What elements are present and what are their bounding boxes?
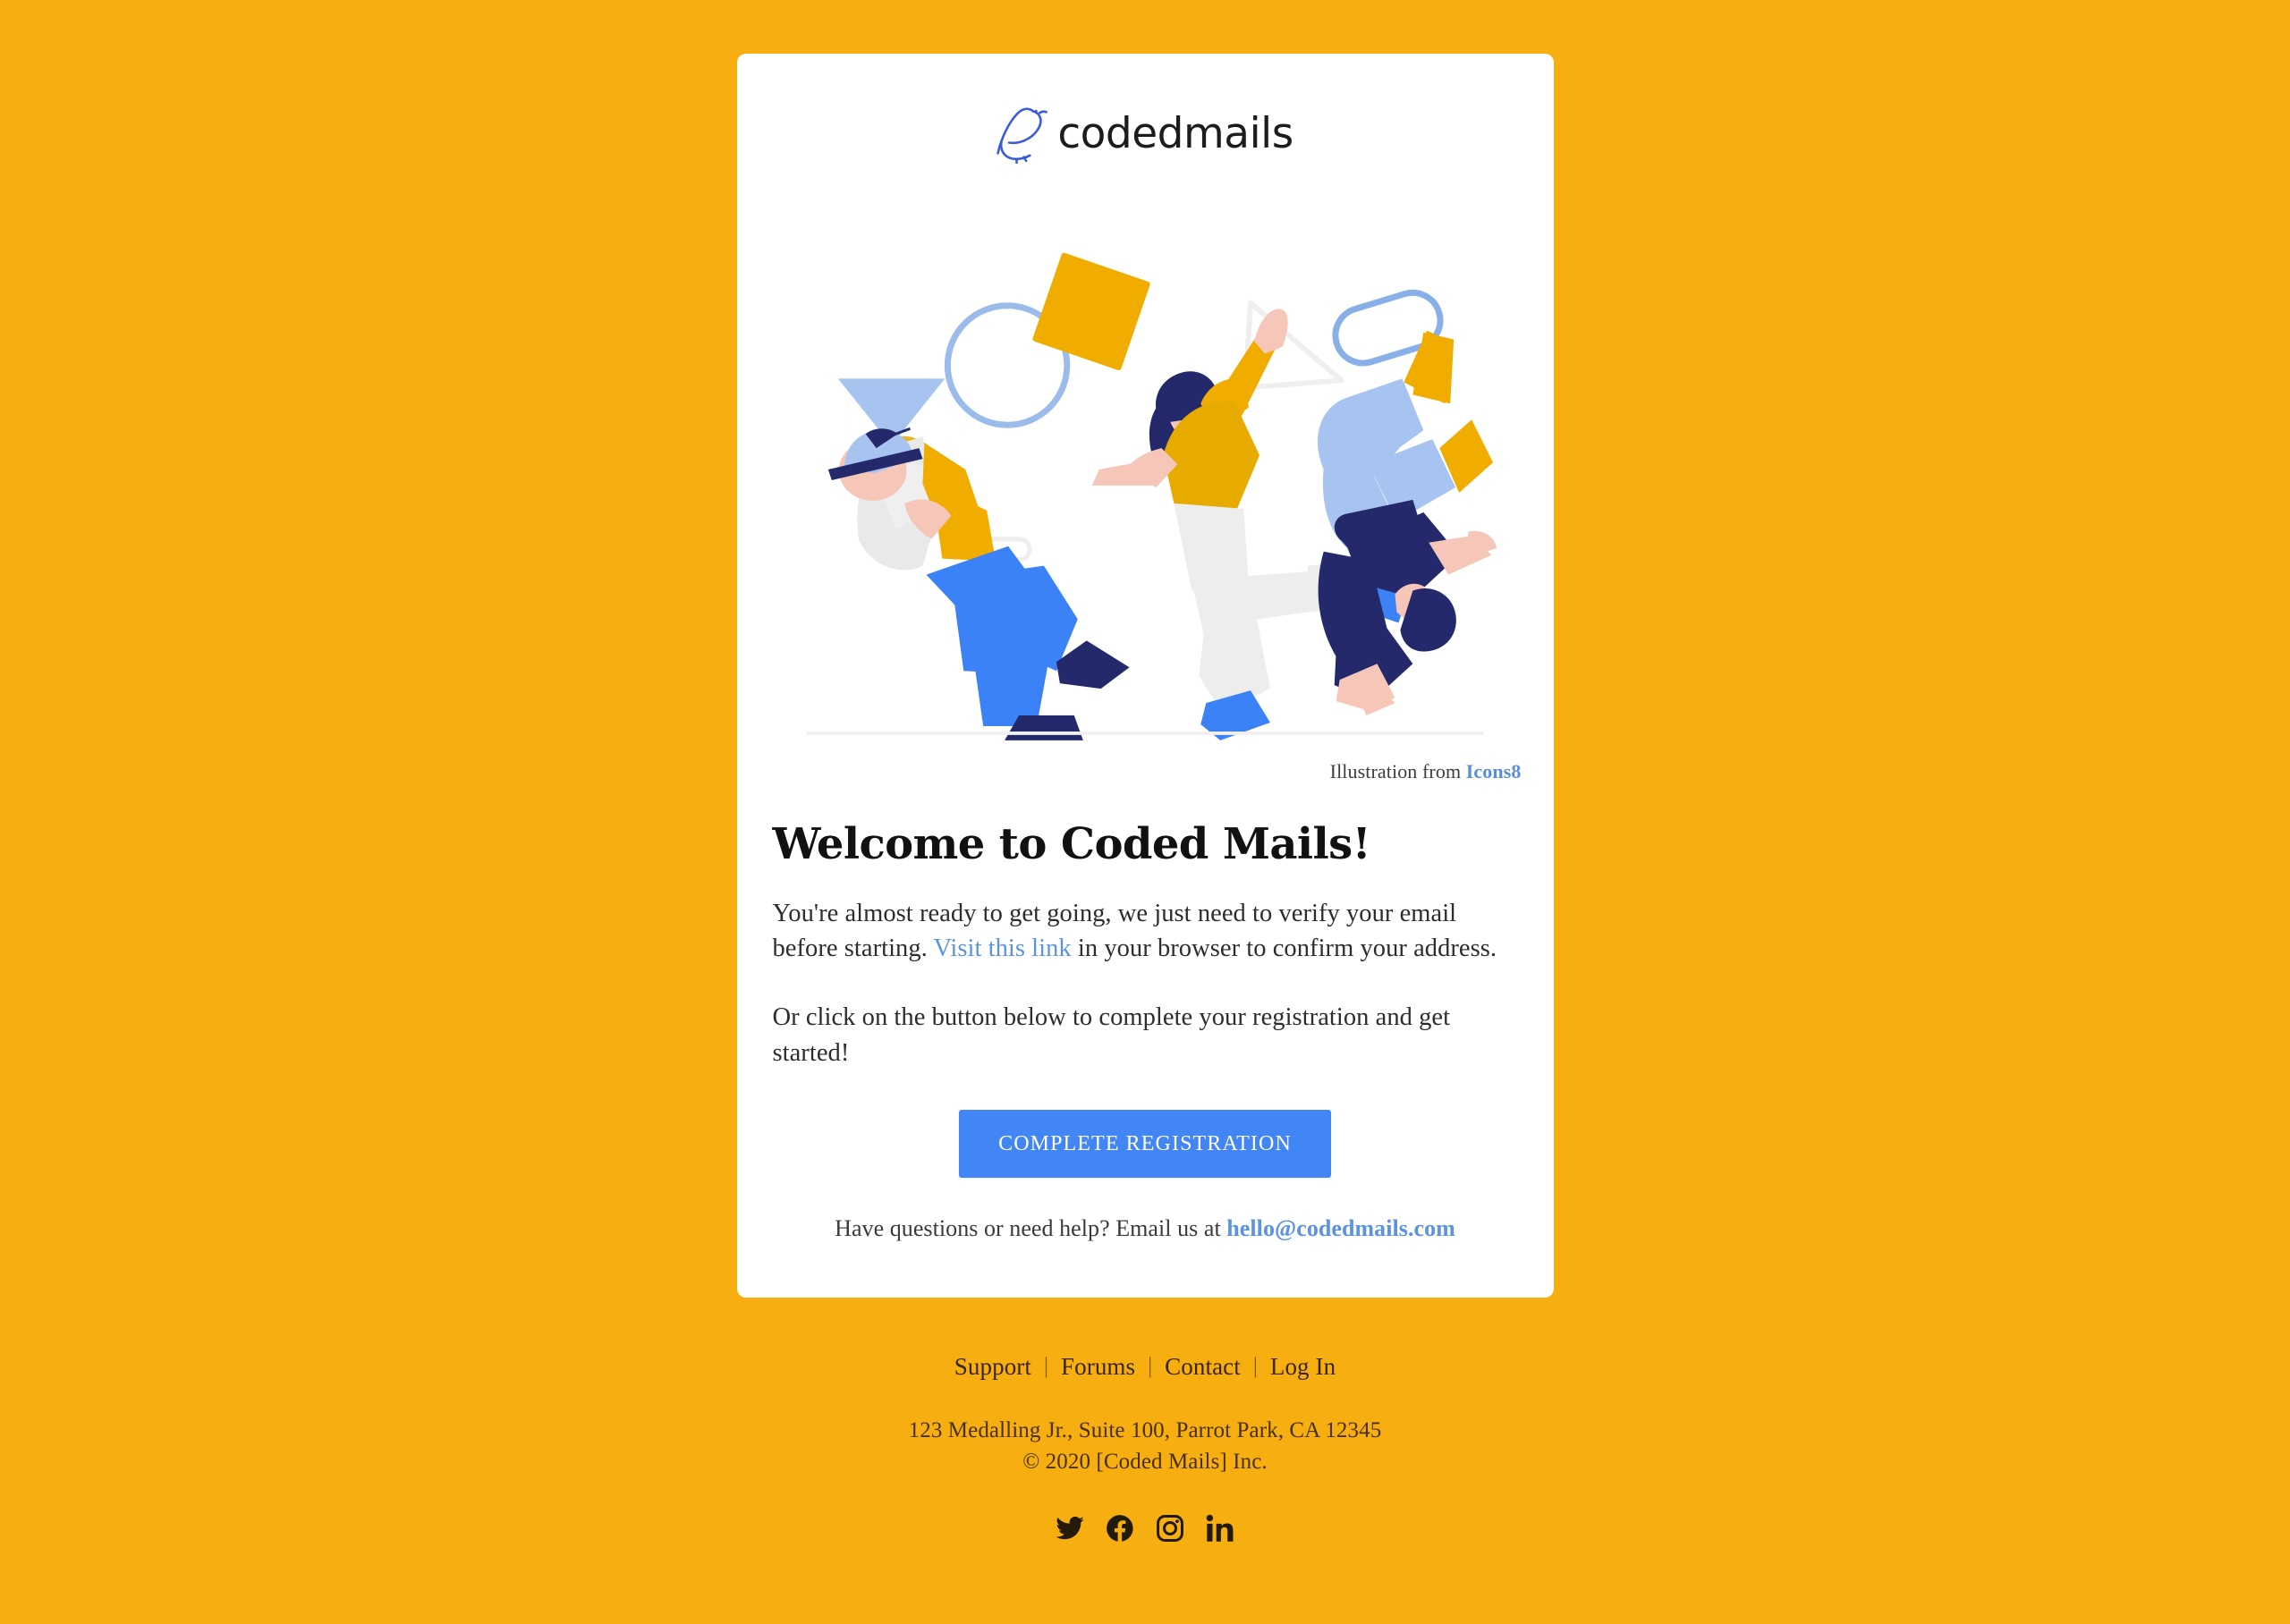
card-body: Welcome to Coded Mails! You're almost re… xyxy=(737,783,1554,1242)
page-title: Welcome to Coded Mails! xyxy=(772,818,1371,869)
help-prefix: Have questions or need help? Email us at xyxy=(835,1214,1227,1241)
instagram-icon xyxy=(1155,1513,1185,1544)
twitter-icon xyxy=(1055,1513,1085,1544)
verify-link[interactable]: Visit this link xyxy=(933,935,1071,962)
footer-separator: | xyxy=(1148,1354,1153,1379)
footer-links: Support | Forums | Contact | Log In xyxy=(942,1353,1348,1381)
footer-link-login[interactable]: Log In xyxy=(1258,1353,1348,1381)
footer-separator: | xyxy=(1044,1354,1049,1379)
secondary-paragraph: Or click on the button below to complete… xyxy=(772,1003,1451,1067)
footer-address: 123 Medalling Jr., Suite 100, Parrot Par… xyxy=(908,1417,1382,1442)
brand-logo[interactable]: codedmails xyxy=(997,97,1293,166)
email-footer: Support | Forums | Contact | Log In 123 … xyxy=(737,1298,1554,1546)
facebook-icon xyxy=(1105,1513,1135,1544)
complete-registration-button[interactable]: COMPLETE REGISTRATION xyxy=(959,1109,1331,1178)
cta-row: COMPLETE REGISTRATION xyxy=(773,1070,1518,1178)
hero-illustration-wrap xyxy=(737,190,1554,744)
bird-icon xyxy=(997,99,1048,164)
email-preview-page: codedmails Illustration from Icons8 Welc… xyxy=(0,0,2290,1624)
linkedin-icon xyxy=(1205,1513,1235,1544)
footer-copyright: © 2020 [Coded Mails] Inc. xyxy=(1022,1450,1268,1475)
social-links xyxy=(1052,1510,1238,1546)
footer-link-support[interactable]: Support xyxy=(942,1353,1044,1381)
linkedin-link[interactable] xyxy=(1202,1510,1238,1546)
figure-right xyxy=(1317,330,1497,716)
footer-address-block: 123 Medalling Jr., Suite 100, Parrot Par… xyxy=(909,1415,1382,1478)
email-card: codedmails Illustration from Icons8 Welc… xyxy=(736,54,1554,1298)
card-header: codedmails xyxy=(737,54,1554,190)
dancing-people-illustration xyxy=(806,252,1497,740)
footer-link-forums[interactable]: Forums xyxy=(1048,1353,1148,1381)
help-line: Have questions or need help? Email us at… xyxy=(773,1178,1518,1242)
footer-separator: | xyxy=(1252,1354,1258,1379)
instagram-link[interactable] xyxy=(1152,1510,1188,1546)
icons8-link[interactable]: Icons8 xyxy=(1466,760,1522,782)
credit-prefix: Illustration from xyxy=(1329,759,1466,782)
figure-left xyxy=(827,427,1130,740)
footer-link-contact[interactable]: Contact xyxy=(1152,1353,1253,1381)
intro-paragraph: You're almost ready to get going, we jus… xyxy=(773,896,1518,967)
brand-wordmark: codedmails xyxy=(1057,108,1293,158)
support-email-link[interactable]: hello@codedmails.com xyxy=(1226,1215,1455,1241)
card-bottom-spacer xyxy=(737,1242,1554,1298)
illustration-credit: Illustration from Icons8 xyxy=(737,744,1554,783)
facebook-link[interactable] xyxy=(1102,1510,1138,1546)
twitter-link[interactable] xyxy=(1052,1510,1088,1546)
intro-text-part2: in your browser to confirm your address. xyxy=(1071,934,1497,962)
